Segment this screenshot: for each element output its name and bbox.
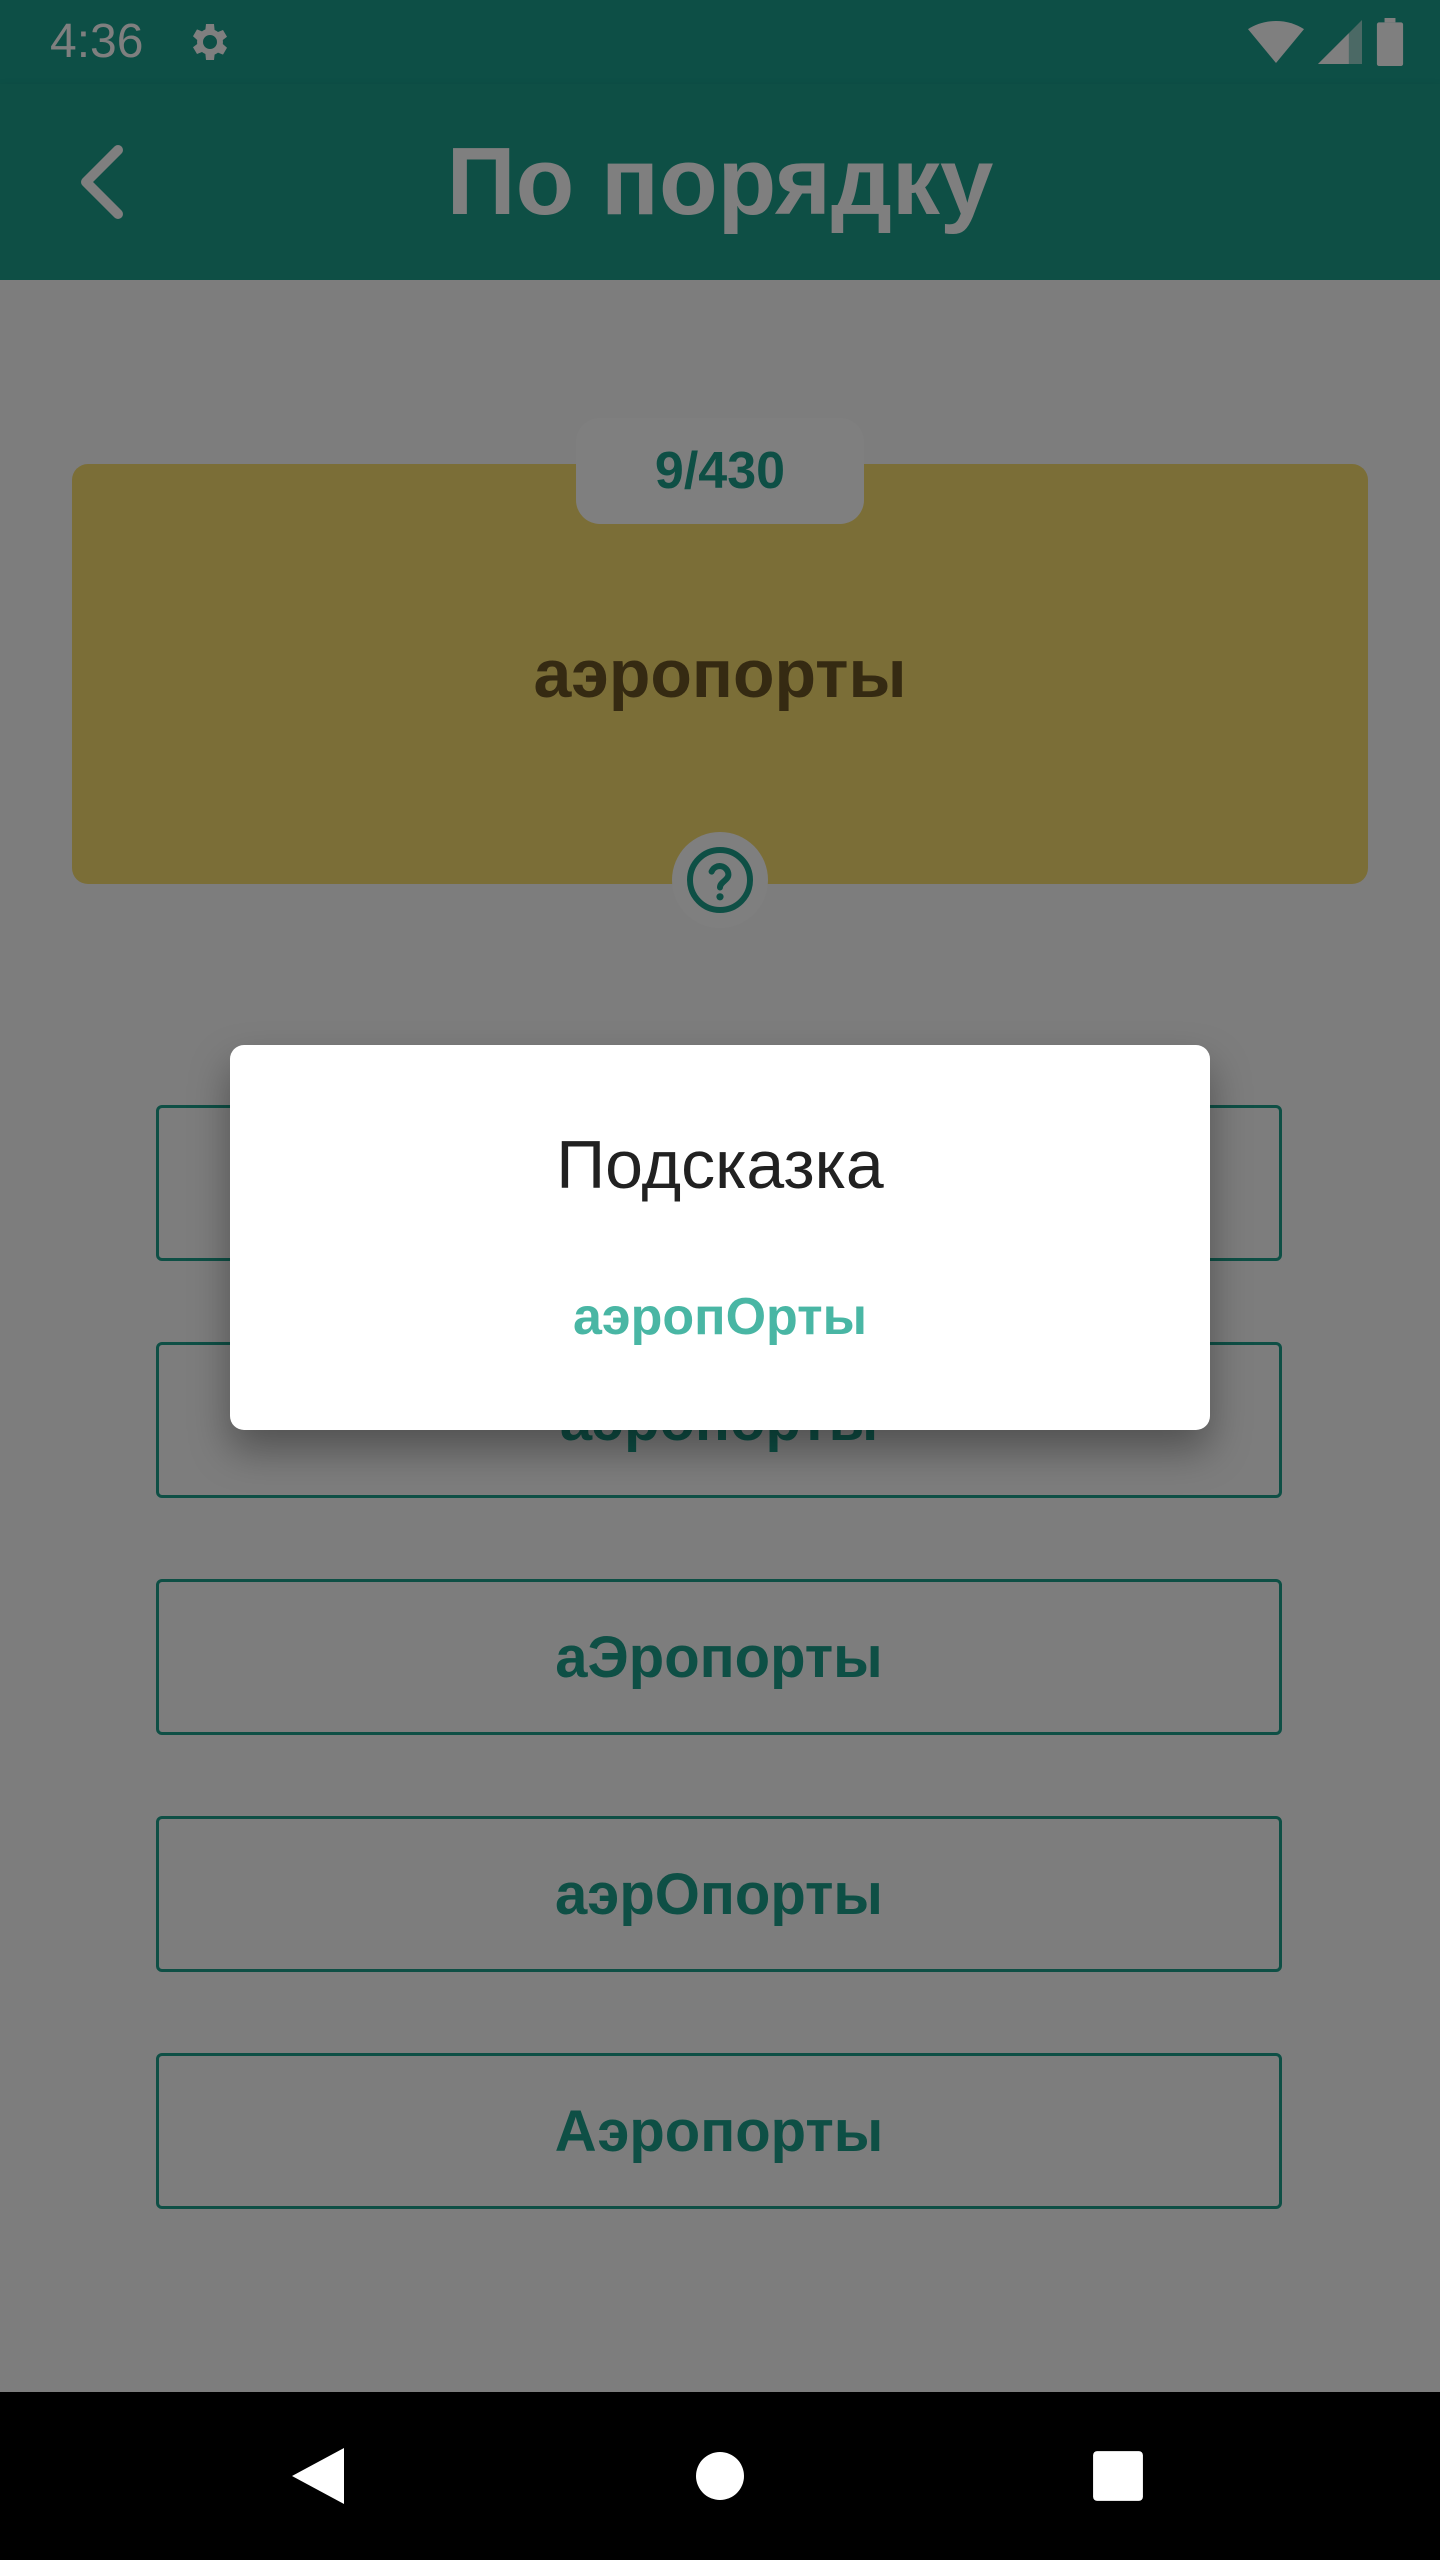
- nav-back-icon: [292, 2448, 344, 2504]
- navigation-bar: [0, 2392, 1440, 2560]
- nav-back-button[interactable]: [258, 2416, 378, 2536]
- nav-recents-button[interactable]: [1058, 2416, 1178, 2536]
- nav-recents-icon: [1093, 2451, 1143, 2501]
- hint-dialog: Подсказка аэропОрты: [230, 1045, 1210, 1430]
- dialog-title: Подсказка: [556, 1127, 884, 1203]
- nav-home-icon: [696, 2452, 744, 2500]
- nav-home-button[interactable]: [660, 2416, 780, 2536]
- dialog-hint-text: аэропОрты: [573, 1288, 867, 1346]
